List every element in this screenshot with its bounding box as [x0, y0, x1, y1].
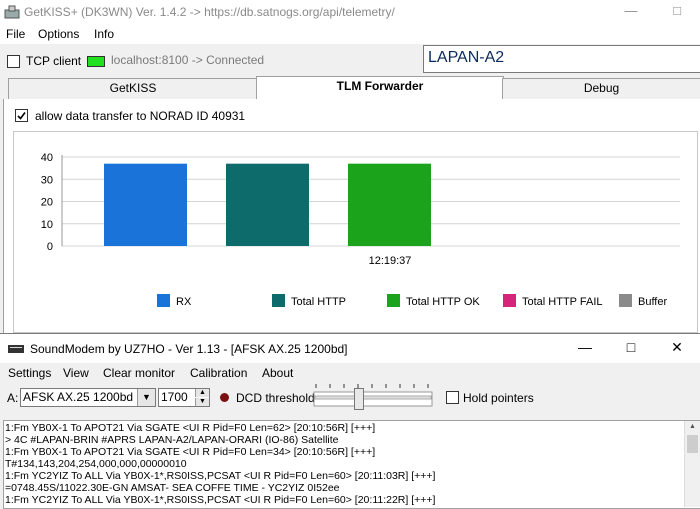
x-category-label: 12:19:37 [369, 255, 412, 267]
slider-track [313, 384, 433, 407]
log-line: =0748.45S/11022.30E-GN AMSAT- SEA COFFE … [5, 482, 340, 494]
scroll-thumb[interactable] [687, 435, 698, 453]
sm-minimize-button[interactable]: — [562, 334, 608, 363]
hold-pointers-label: Hold pointers [463, 391, 534, 405]
legend-swatch [272, 294, 285, 307]
legend-label: RX [176, 296, 192, 308]
legend-label: Buffer [638, 296, 667, 308]
getkiss-title-bar: GetKISS+ (DK3WN) Ver. 1.4.2 -> https://d… [0, 0, 700, 24]
app-icon [4, 5, 20, 19]
bar-total-http-ok [348, 163, 431, 246]
spin-down-icon[interactable]: ▼ [195, 398, 209, 406]
minimize-button[interactable]: — [608, 0, 654, 24]
y-tick-label: 40 [41, 152, 53, 164]
satellite-name-box: LAPAN-A2 [423, 45, 700, 73]
frequency-stepper[interactable]: 1700 ▲ ▼ [158, 388, 210, 407]
tcp-client-label: TCP client [26, 54, 82, 68]
log-line: 1:Fm YB0X-1 To APOT21 Via SGATE <UI R Pi… [5, 446, 376, 458]
slider-thumb[interactable] [354, 388, 364, 410]
hold-pointers-checkbox[interactable] [446, 391, 459, 404]
tab-tlm-forwarder[interactable]: TLM Forwarder [256, 76, 504, 100]
y-tick-label: 20 [41, 197, 53, 209]
maximize-button[interactable]: □ [654, 0, 700, 24]
log-scrollbar[interactable]: ▲ [684, 421, 700, 507]
frequency-value: 1700 [161, 390, 188, 404]
log-line: 1:Fm YC2YIZ To ALL Via YB0X-1*,RS0ISS,PC… [5, 470, 436, 482]
getkiss-menu-bar: File Options Info [0, 24, 700, 44]
menu-options[interactable]: Options [38, 27, 79, 41]
connection-status: localhost:8100 -> Connected [111, 53, 265, 67]
dcd-indicator [220, 393, 229, 402]
sm-maximize-button[interactable]: □ [608, 334, 654, 363]
spin-up-icon[interactable]: ▲ [195, 389, 209, 397]
tcp-client-checkbox[interactable] [7, 55, 20, 68]
bar-rx [104, 163, 187, 246]
scroll-up-icon[interactable]: ▲ [685, 421, 700, 433]
menu-clear-monitor[interactable]: Clear monitor [103, 366, 175, 380]
y-tick-label: 30 [41, 174, 53, 186]
soundmodem-title: SoundModem by UZ7HO - Ver 1.13 - [AFSK A… [30, 342, 348, 356]
y-tick-label: 0 [47, 241, 53, 253]
log-line: T#134,143,204,254,000,000,00000010 [5, 458, 187, 470]
menu-info[interactable]: Info [94, 27, 114, 41]
legend-label: Total HTTP OK [406, 296, 480, 308]
tab-debug[interactable]: Debug [502, 78, 700, 100]
tab-getkiss[interactable]: GetKISS [8, 78, 258, 100]
soundmodem-title-bar: SoundModem by UZ7HO - Ver 1.13 - [AFSK A… [0, 334, 700, 363]
log-line: 1:Fm YC2YIZ To ALL Via YB0X-1*,RS0ISS,PC… [5, 494, 436, 506]
dcd-threshold-label: DCD threshold [236, 391, 315, 405]
menu-settings[interactable]: Settings [8, 366, 51, 380]
dcd-threshold-slider[interactable] [313, 383, 433, 410]
log-line: > 4C #LAPAN-BRIN #APRS LAPAN-A2/LAPAN-OR… [5, 434, 339, 446]
legend-label: Total HTTP FAIL [522, 296, 603, 308]
norad-checkbox[interactable] [15, 109, 28, 122]
chevron-down-icon[interactable]: ▼ [137, 389, 155, 406]
legend-swatch [157, 294, 170, 307]
y-tick-label: 10 [41, 219, 53, 231]
legend-swatch [387, 294, 400, 307]
log-line: 1:Fm YB0X-1 To APOT21 Via SGATE <UI R Pi… [5, 422, 376, 434]
bar-total-http [226, 163, 309, 246]
menu-view[interactable]: View [63, 366, 89, 380]
norad-checkbox-label: allow data transfer to NORAD ID 40931 [35, 109, 246, 123]
mode-select-value: AFSK AX.25 1200bd [23, 390, 134, 404]
satellite-name: LAPAN-A2 [428, 49, 505, 66]
channel-label: A: [7, 391, 19, 405]
legend-swatch [503, 294, 516, 307]
legend-swatch [619, 294, 632, 307]
menu-file[interactable]: File [6, 27, 25, 41]
legend-label: Total HTTP [291, 296, 346, 308]
soundmodem-window: SoundModem by UZ7HO - Ver 1.13 - [AFSK A… [0, 333, 700, 509]
monitor-log[interactable]: 1:Fm YB0X-1 To APOT21 Via SGATE <UI R Pi… [3, 420, 700, 509]
telemetry-chart: 40 30 20 10 0 12:19:37 RX Total HTTP Total HTTP … [41, 152, 680, 308]
connection-indicator [87, 56, 105, 67]
window-title: GetKISS+ (DK3WN) Ver. 1.4.2 -> https://d… [24, 5, 395, 19]
menu-calibration[interactable]: Calibration [190, 366, 247, 380]
sm-close-button[interactable]: ✕ [654, 334, 700, 363]
menu-about[interactable]: About [262, 366, 293, 380]
modem-icon [8, 345, 24, 353]
checkmark-icon [17, 112, 26, 120]
mode-select[interactable]: AFSK AX.25 1200bd ▼ [20, 388, 156, 407]
soundmodem-menu-bar: Settings View Clear monitor Calibration … [0, 366, 700, 382]
